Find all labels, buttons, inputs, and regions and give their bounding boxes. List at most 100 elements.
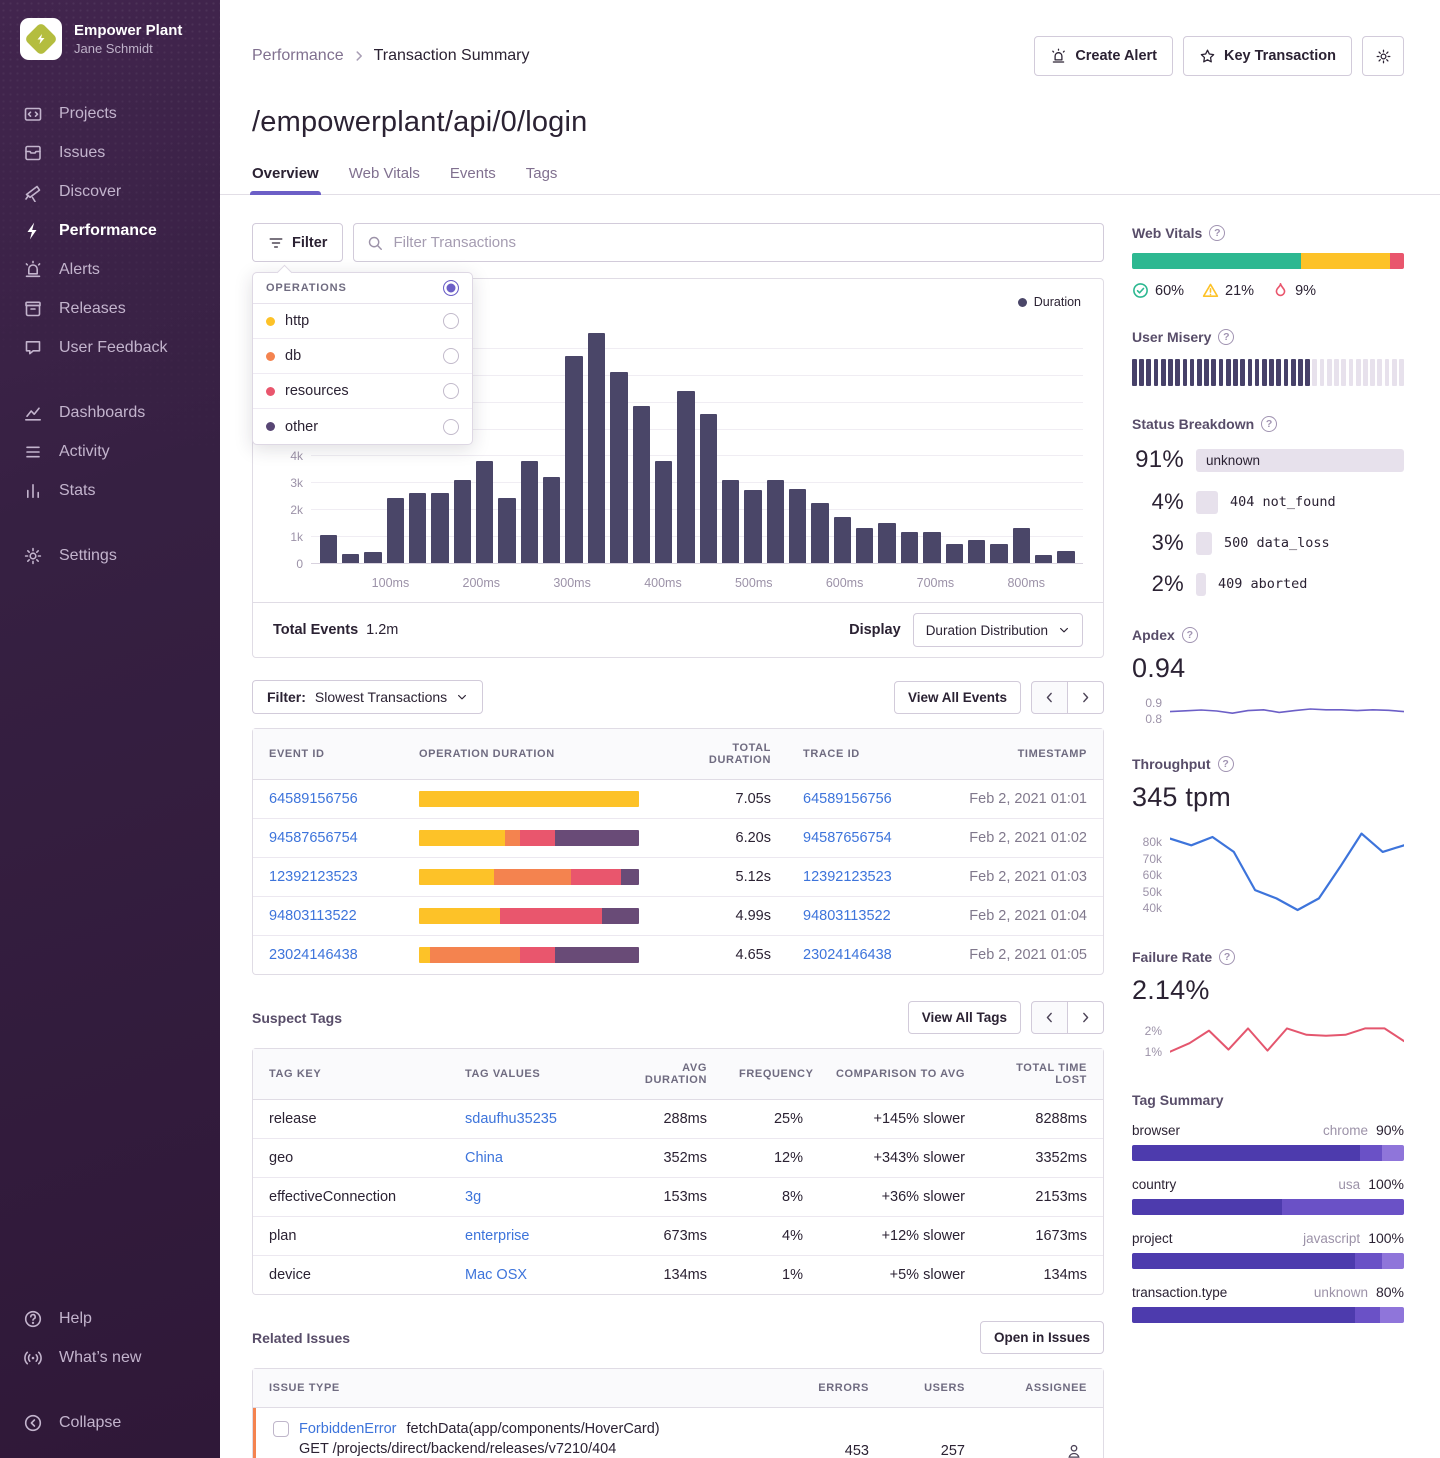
dashboards-icon <box>23 403 43 423</box>
sidebar-item-alerts[interactable]: Alerts <box>0 250 220 289</box>
trace-id-link[interactable]: 23024146438 <box>803 947 892 963</box>
org-switcher[interactable]: Empower Plant Jane Schmidt <box>0 18 220 60</box>
key-transaction-button[interactable]: Key Transaction <box>1183 36 1352 76</box>
histogram-bar <box>1035 555 1052 563</box>
help-question-icon[interactable]: ? <box>1182 627 1198 643</box>
event-id-link[interactable]: 12392123523 <box>269 869 358 885</box>
search-input[interactable] <box>393 234 1090 251</box>
user-misery-segment <box>1363 359 1368 386</box>
event-id-link[interactable]: 64589156756 <box>269 791 358 807</box>
trace-id-link[interactable]: 12392123523 <box>803 869 892 885</box>
tag-summary-bar <box>1132 1145 1404 1161</box>
tag-value-link[interactable]: Mac OSX <box>465 1267 527 1283</box>
tab-overview[interactable]: Overview <box>252 165 319 194</box>
help-question-icon[interactable]: ? <box>1218 756 1234 772</box>
trace-id-link[interactable]: 64589156756 <box>803 791 892 807</box>
sidebar-item-stats[interactable]: Stats <box>0 471 220 510</box>
tag-summary-bar-segment <box>1355 1253 1382 1269</box>
issue-checkbox[interactable] <box>273 1421 289 1437</box>
sidebar-item-label: Projects <box>59 105 117 123</box>
status-breakdown-row: 2%409 aborted <box>1132 571 1404 597</box>
events-column-header: Operation Duration <box>403 735 655 773</box>
display-select[interactable]: Duration Distribution <box>913 613 1083 647</box>
throughput-sparkline: 80k70k60k50k40k <box>1132 823 1404 919</box>
help-question-icon[interactable]: ? <box>1261 416 1277 432</box>
tag-summary-percent: 100% <box>1368 1230 1404 1246</box>
tab-bar: Overview Web Vitals Events Tags <box>220 139 1440 195</box>
tab-tags[interactable]: Tags <box>526 165 558 194</box>
sidebar-item-dashboards[interactable]: Dashboards <box>0 393 220 432</box>
tag-avg-duration: 153ms <box>611 1178 723 1216</box>
resources-radio[interactable] <box>443 383 459 399</box>
tag-value-link[interactable]: sdaufhu35235 <box>465 1111 557 1127</box>
sidebar-item-user-feedback[interactable]: User Feedback <box>0 328 220 367</box>
issue-type-link[interactable]: ForbiddenError <box>299 1421 397 1437</box>
operations-option-other[interactable]: other <box>253 409 472 444</box>
sidebar-item-whats-new[interactable]: What’s new <box>0 1338 220 1377</box>
view-all-tags-button[interactable]: View All Tags <box>908 1001 1021 1034</box>
histogram-bar <box>320 535 337 563</box>
event-id-link[interactable]: 94803113522 <box>269 908 357 924</box>
sidebar-item-issues[interactable]: Issues <box>0 133 220 172</box>
operations-all-radio[interactable] <box>443 280 459 296</box>
tab-events[interactable]: Events <box>450 165 496 194</box>
operations-option-resources[interactable]: resources <box>253 374 472 409</box>
topbar: Performance Transaction Summary Create A… <box>220 0 1440 76</box>
user-misery-segment <box>1197 359 1202 386</box>
help-question-icon[interactable]: ? <box>1219 949 1235 965</box>
histogram-bar <box>409 493 426 563</box>
sidebar-item-releases[interactable]: Releases <box>0 289 220 328</box>
chart-footer: Total Events 1.2m Display Duration Distr… <box>253 602 1103 657</box>
other-radio[interactable] <box>443 419 459 435</box>
events-next-button[interactable] <box>1067 681 1104 714</box>
sidebar-item-activity[interactable]: Activity <box>0 432 220 471</box>
view-all-events-button[interactable]: View All Events <box>894 681 1021 714</box>
http-radio[interactable] <box>443 313 459 329</box>
operations-option-label: other <box>285 419 433 435</box>
operations-option-db[interactable]: db <box>253 339 472 374</box>
sidebar-item-performance[interactable]: Performance <box>0 211 220 250</box>
histogram-bar <box>1013 528 1030 563</box>
slowest-transactions-select[interactable]: Filter: Slowest Transactions <box>252 680 483 714</box>
db-radio[interactable] <box>443 348 459 364</box>
tag-summary-percent: 90% <box>1376 1122 1404 1138</box>
create-alert-button[interactable]: Create Alert <box>1034 36 1173 76</box>
sidebar-item-projects[interactable]: Projects <box>0 94 220 133</box>
duration-legend-dot-icon <box>1018 298 1027 307</box>
sidebar-item-help[interactable]: Help <box>0 1299 220 1338</box>
breadcrumb-performance[interactable]: Performance <box>252 47 344 65</box>
operations-option-http[interactable]: http <box>253 304 472 339</box>
event-id-link[interactable]: 23024146438 <box>269 947 358 963</box>
tag-value-link[interactable]: 3g <box>465 1189 481 1205</box>
trace-id-link[interactable]: 94803113522 <box>803 908 891 924</box>
sidebar-item-discover[interactable]: Discover <box>0 172 220 211</box>
suspect-tags-title: Suspect Tags <box>252 1010 342 1026</box>
tags-prev-button[interactable] <box>1031 1001 1068 1034</box>
trace-id-link[interactable]: 94587656754 <box>803 830 892 846</box>
tags-next-button[interactable] <box>1067 1001 1104 1034</box>
operation-segment-pink <box>571 869 622 885</box>
issues-icon <box>23 143 43 163</box>
flame-icon <box>1272 282 1289 299</box>
issues-column-header: Users <box>885 1369 981 1407</box>
tag-value-link[interactable]: enterprise <box>465 1228 529 1244</box>
histogram-bar <box>856 528 873 563</box>
events-prev-button[interactable] <box>1031 681 1068 714</box>
tag-value-link[interactable]: China <box>465 1150 503 1166</box>
filter-button[interactable]: Filter <box>252 223 343 262</box>
help-question-icon[interactable]: ? <box>1209 225 1225 241</box>
tab-web-vitals[interactable]: Web Vitals <box>349 165 420 194</box>
sidebar-item-settings[interactable]: Settings <box>0 536 220 575</box>
settings-gear-button[interactable] <box>1362 36 1404 76</box>
operation-segment-purple <box>621 869 639 885</box>
sidebar-item-collapse[interactable]: Collapse <box>0 1403 220 1442</box>
tag-summary-row: transaction.typeunknown80% <box>1132 1284 1404 1323</box>
event-id-link[interactable]: 94587656754 <box>269 830 358 846</box>
open-in-issues-button[interactable]: Open in Issues <box>980 1321 1104 1354</box>
user-misery-segment <box>1204 359 1209 386</box>
histogram-bar <box>655 461 672 563</box>
help-question-icon[interactable]: ? <box>1218 329 1234 345</box>
assignee-avatar-icon[interactable] <box>1065 1442 1083 1458</box>
tag-summary-value: unknown <box>1314 1285 1368 1300</box>
total-duration: 4.65s <box>655 936 787 974</box>
